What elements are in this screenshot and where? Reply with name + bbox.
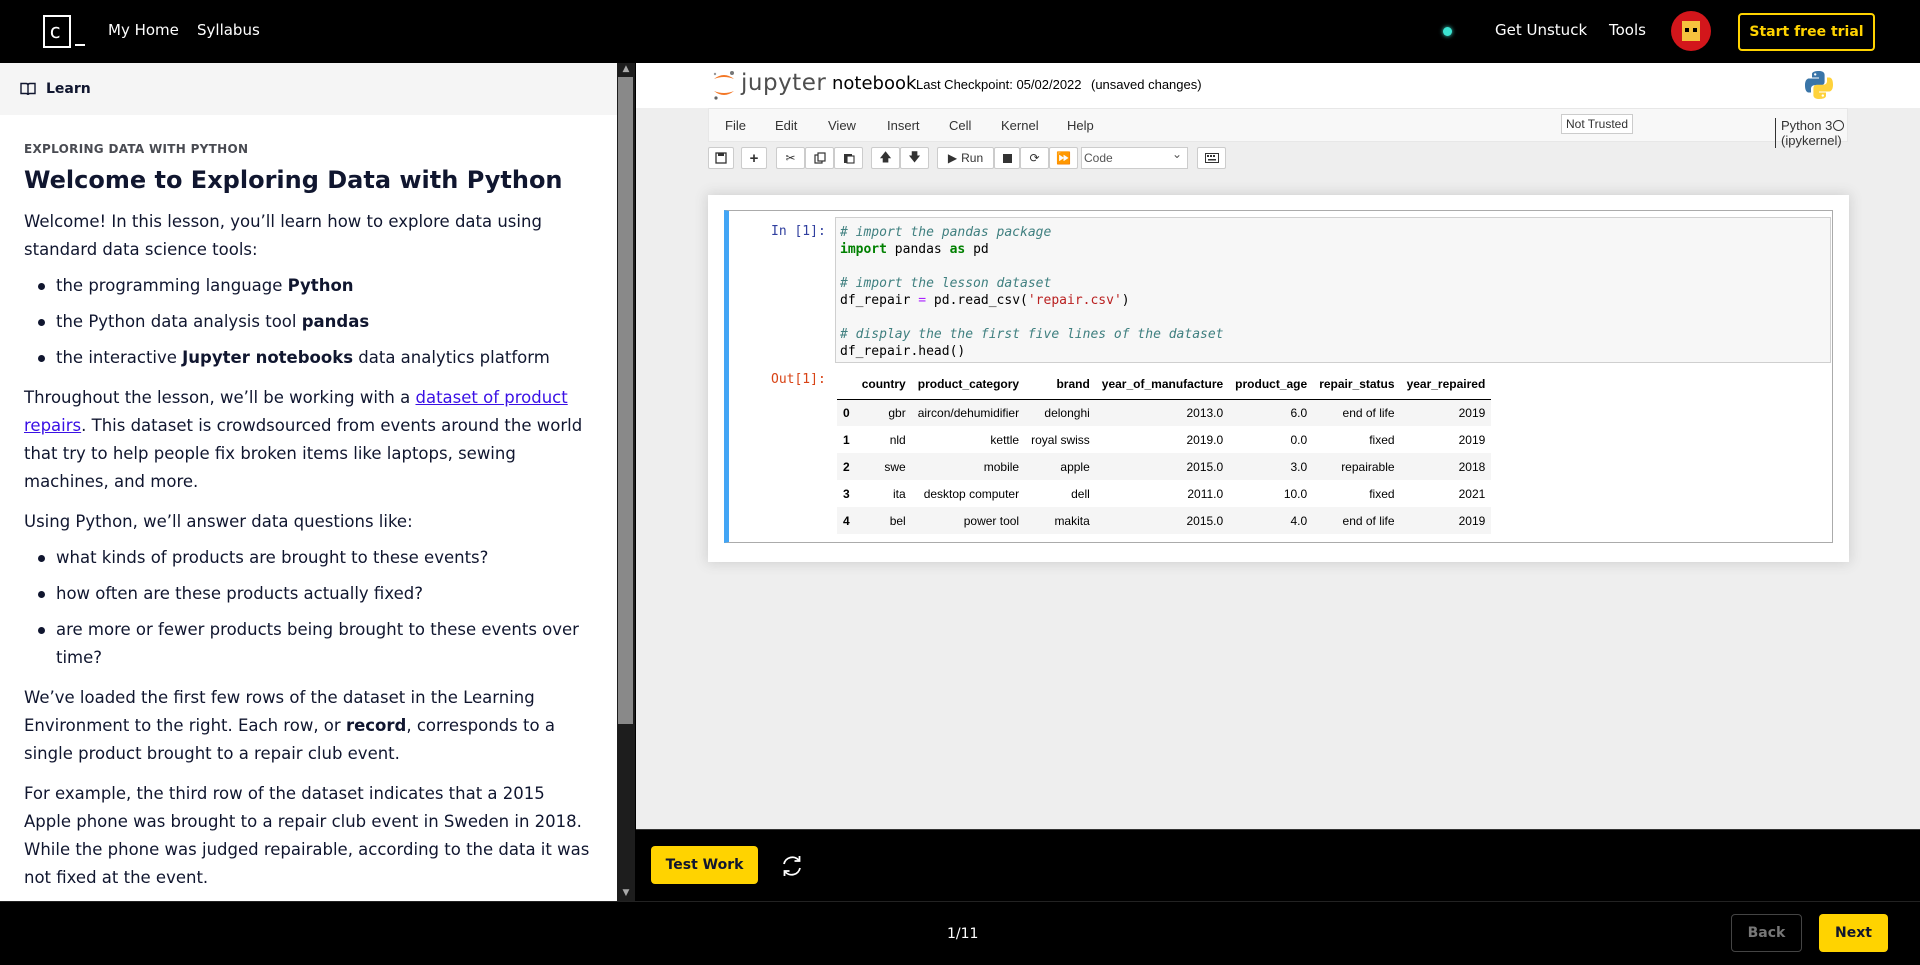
list-item: the interactive Jupyter notebooks data a… bbox=[24, 344, 593, 372]
list-item: are more or fewer products being brought… bbox=[24, 616, 593, 672]
save-button[interactable] bbox=[708, 147, 734, 169]
scissors-icon: ✂ bbox=[785, 151, 796, 165]
jupyter-environment: jupyter notebook Last Checkpoint: 05/02/… bbox=[636, 63, 1920, 829]
refresh-icon[interactable] bbox=[779, 853, 805, 879]
fast-forward-icon: ⏩ bbox=[1056, 151, 1071, 165]
copy-button[interactable] bbox=[805, 147, 834, 169]
avatar[interactable] bbox=[1671, 11, 1711, 51]
python-logo-icon bbox=[1805, 71, 1833, 99]
notebook-name[interactable]: notebook bbox=[832, 73, 916, 94]
menu-view[interactable]: View bbox=[828, 118, 856, 133]
copy-icon bbox=[813, 152, 826, 164]
dataset-paragraph: Throughout the lesson, we’ll be working … bbox=[24, 388, 583, 491]
cut-button[interactable]: ✂ bbox=[776, 147, 805, 169]
table-row: 3 ita desktop computer dell 2011.0 10.0 fixed 2… bbox=[843, 486, 1486, 501]
jupyter-logo[interactable]: jupyter bbox=[711, 69, 826, 103]
table-row: 2 swe mobile apple 2015.0 3.0 repairable 2018 bbox=[837, 453, 1492, 480]
table-header-row: country product_category brand year_of_m… bbox=[837, 370, 1492, 400]
test-work-button[interactable]: Test Work bbox=[651, 846, 758, 884]
insert-cell-button[interactable]: + bbox=[741, 147, 767, 169]
nav-my-home[interactable]: My Home bbox=[108, 21, 179, 39]
menu-cell[interactable]: Cell bbox=[949, 118, 971, 133]
menu-file[interactable]: File bbox=[725, 118, 746, 133]
get-unstuck-button[interactable]: Get Unstuck bbox=[1495, 21, 1587, 39]
learn-header: Learn bbox=[0, 63, 617, 115]
plus-icon: + bbox=[749, 149, 759, 167]
menu-help[interactable]: Help bbox=[1067, 118, 1094, 133]
scroll-down-icon[interactable]: ▼ bbox=[620, 888, 632, 898]
learn-scrollbar-thumb[interactable] bbox=[618, 77, 633, 724]
move-up-button[interactable]: 🡅 bbox=[871, 147, 900, 169]
arrow-down-icon: 🡇 bbox=[908, 149, 921, 164]
arrow-up-icon: 🡅 bbox=[879, 149, 892, 164]
top-nav-bar: c My Home Syllabus Get Unstuck Tools Sta… bbox=[0, 0, 1920, 63]
questions-intro: Using Python, we’ll answer data question… bbox=[24, 512, 413, 531]
table-row: 1 nld kettle royal swiss 2019.0 0.0 fixed 2019 bbox=[843, 432, 1486, 447]
save-icon bbox=[715, 152, 727, 164]
jupyter-logo-icon bbox=[713, 71, 734, 100]
tools-list: the programming language Python the Pyth… bbox=[24, 272, 593, 372]
table-row: 0 gbr aircon/dehumidifier delonghi 2013.0 6.0… bbox=[837, 399, 1492, 426]
play-icon: ▶ bbox=[947, 151, 958, 165]
workspace-action-bar: Test Work bbox=[636, 829, 1920, 901]
jupyter-menubar: File Edit View Insert Cell Kernel Help N… bbox=[708, 108, 1848, 148]
list-item: how often are these products actually fi… bbox=[24, 580, 593, 608]
codecademy-logo[interactable]: c bbox=[43, 15, 85, 48]
nav-syllabus[interactable]: Syllabus bbox=[197, 21, 260, 39]
restart-button[interactable]: ⟳ bbox=[1020, 147, 1049, 169]
unsaved-indicator: (unsaved changes) bbox=[1091, 77, 1202, 92]
run-button[interactable]: ▶ Run bbox=[937, 147, 994, 169]
next-button[interactable]: Next bbox=[1819, 914, 1888, 952]
jupyter-logo-text: jupyter bbox=[741, 70, 827, 96]
keyboard-icon bbox=[1204, 153, 1219, 163]
status-dot-icon bbox=[1443, 27, 1452, 36]
learn-panel: Learn EXPLORING DATA WITH PYTHON Welcome… bbox=[0, 63, 617, 901]
lesson-title: Welcome to Exploring Data with Python bbox=[24, 166, 563, 194]
restart-run-all-button[interactable]: ⏩ bbox=[1049, 147, 1078, 169]
input-prompt: In [1]: bbox=[771, 224, 826, 239]
command-palette-button[interactable] bbox=[1197, 147, 1226, 169]
footer-bar: 1/11 Back Next bbox=[0, 901, 1920, 965]
intro-paragraph: Welcome! In this lesson, you’ll learn ho… bbox=[24, 212, 542, 259]
loaded-paragraph: We’ve loaded the first few rows of the d… bbox=[24, 688, 555, 763]
list-item: the Python data analysis tool pandas bbox=[24, 308, 593, 336]
stop-icon bbox=[1002, 153, 1012, 163]
learn-header-label: Learn bbox=[46, 81, 91, 97]
dataframe-table: country product_category brand year_of_m… bbox=[837, 370, 1492, 534]
jupyter-header: jupyter notebook Last Checkpoint: 05/02/… bbox=[636, 63, 1920, 108]
progress-indicator: 1/11 bbox=[947, 926, 979, 942]
code-cell[interactable]: In [1]: # import the pandas package impo… bbox=[724, 210, 1833, 543]
table-row: 4 bel power tool makita 2015.0 4.0 end of life… bbox=[837, 507, 1492, 534]
scroll-up-icon[interactable]: ▲ bbox=[620, 64, 632, 74]
paste-button[interactable] bbox=[834, 147, 863, 169]
restart-icon: ⟳ bbox=[1029, 151, 1040, 165]
tools-button[interactable]: Tools bbox=[1609, 21, 1646, 39]
menu-edit[interactable]: Edit bbox=[775, 118, 797, 133]
checkpoint-text: Last Checkpoint: 05/02/2022 bbox=[916, 77, 1082, 92]
output-prompt: Out[1]: bbox=[771, 372, 826, 387]
book-icon bbox=[20, 82, 36, 96]
kernel-status-icon bbox=[1833, 120, 1844, 131]
list-item: the programming language Python bbox=[24, 272, 593, 300]
example-paragraph: For example, the third row of the datase… bbox=[24, 784, 590, 887]
back-button[interactable]: Back bbox=[1731, 914, 1802, 952]
menu-insert[interactable]: Insert bbox=[887, 118, 920, 133]
lesson-eyebrow: EXPLORING DATA WITH PYTHON bbox=[24, 142, 249, 156]
list-item: what kinds of products are brought to th… bbox=[24, 544, 593, 572]
notebook-page: In [1]: # import the pandas package impo… bbox=[708, 195, 1849, 562]
run-label: Run bbox=[961, 151, 984, 165]
code-editor[interactable]: # import the pandas package import panda… bbox=[835, 217, 1831, 363]
start-free-trial-button[interactable]: Start free trial bbox=[1738, 13, 1875, 51]
cell-type-select[interactable]: Code bbox=[1081, 147, 1188, 169]
interrupt-button[interactable] bbox=[994, 147, 1020, 169]
move-down-button[interactable]: 🡇 bbox=[900, 147, 929, 169]
questions-list: what kinds of products are brought to th… bbox=[24, 544, 593, 672]
paste-icon bbox=[843, 154, 855, 164]
trust-indicator[interactable]: Not Trusted bbox=[1561, 114, 1634, 134]
menu-kernel[interactable]: Kernel bbox=[1001, 118, 1039, 133]
jupyter-toolbar: + ✂ 🡅 🡇 ▶ Run ⟳ ⏩ Code bbox=[708, 142, 1848, 178]
